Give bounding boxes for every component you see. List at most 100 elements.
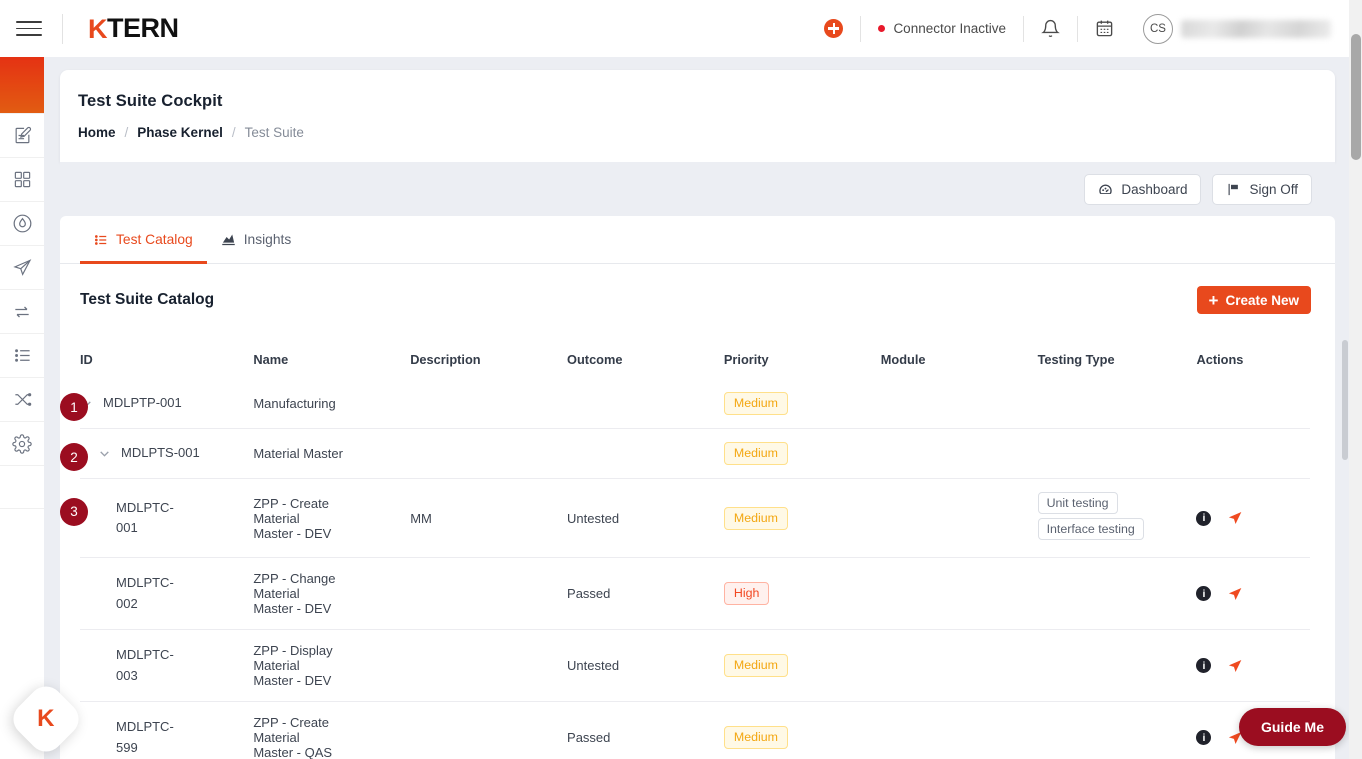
id-cell-inner: MDLPTP-001 (80, 393, 247, 413)
breadcrumb-separator-1: / (124, 125, 129, 140)
panel-scrollbar-thumb[interactable] (1342, 340, 1348, 460)
row-id: MDLPTS-001 (121, 445, 200, 461)
page-scrollbar[interactable] (1349, 0, 1362, 759)
dashboard-button[interactable]: Dashboard (1084, 173, 1202, 205)
id-cell-inner: MDLPTC- 001 (80, 498, 247, 538)
sidebar-item-edit[interactable] (0, 113, 44, 157)
table-row[interactable]: 2 MDLPTS-001 Material Master Medium (60, 428, 1310, 479)
topbar-right-group: Connector Inactive CS (807, 0, 1362, 57)
username-redacted (1181, 19, 1331, 38)
sidebar-item-deploy[interactable] (0, 245, 44, 289)
create-new-button[interactable]: + Create New (1196, 286, 1311, 314)
tab-test-catalog[interactable]: Test Catalog (80, 216, 207, 264)
cell-actions: i (1196, 478, 1310, 558)
cell-module (880, 701, 1038, 759)
table-body: 1 MDLPTP-001 Manufacturing Medium 2 MDLP… (60, 379, 1310, 759)
page-title: Test Suite Cockpit (78, 92, 223, 110)
cell-module (880, 428, 1038, 479)
chart-icon (221, 234, 235, 246)
sign-off-button[interactable]: Sign Off (1212, 173, 1312, 205)
column-header-priority: Priority (723, 352, 769, 367)
column-header-module: Module (880, 352, 926, 367)
send-icon[interactable] (1227, 510, 1243, 526)
sidebar-item-ignite[interactable] (0, 201, 44, 245)
row-number-badge: 3 (60, 497, 88, 526)
hamburger-menu-icon[interactable] (16, 16, 42, 42)
priority-badge: Medium (723, 726, 788, 749)
cell-priority: Medium (723, 629, 881, 702)
row-actions: i (1196, 586, 1304, 602)
info-icon[interactable]: i (1196, 730, 1212, 745)
cell-module (880, 557, 1038, 630)
sidebar-item-active[interactable] (0, 57, 44, 113)
table-row[interactable]: MDLPTC- 599 ZPP - Create Material Master - … (80, 701, 1310, 759)
page-scrollbar-thumb[interactable] (1350, 34, 1361, 160)
avatar: CS (1143, 13, 1173, 44)
row-id: MDLPTC- 003 (116, 647, 174, 683)
sidebar-filler (0, 465, 44, 509)
cell-testing-type: Unit testing Interface testing (1037, 478, 1197, 558)
info-icon[interactable]: i (1196, 658, 1212, 673)
plus-circle-icon (824, 19, 844, 38)
ktern-logo[interactable]: K TERN (88, 13, 179, 44)
column-header-outcome: Outcome (567, 352, 623, 367)
add-button[interactable] (807, 19, 860, 38)
cell-description (410, 701, 568, 759)
breadcrumb-separator-2: / (231, 125, 236, 140)
edit-document-icon (15, 126, 31, 144)
connector-status[interactable]: Connector Inactive (861, 21, 1023, 36)
table-row[interactable]: 3 MDLPTC- 001 ZPP - Create Material Master … (60, 478, 1310, 558)
status-dot-icon (878, 25, 886, 32)
priority-badge: Medium (723, 506, 788, 530)
cell-id: MDLPTC- 003 (80, 629, 254, 702)
cell-actions (1196, 379, 1310, 429)
table-row[interactable]: MDLPTC- 002 ZPP - Change Material Master - … (80, 557, 1310, 630)
catalog-title: Test Suite Catalog (80, 291, 215, 308)
cell-priority: Medium (723, 428, 881, 479)
row-actions: i (1196, 658, 1304, 674)
chevron-down-icon[interactable] (98, 447, 111, 460)
column-header-description: Description (410, 352, 481, 367)
breadcrumb-item-home[interactable]: Home (78, 125, 116, 140)
send-icon[interactable] (1227, 658, 1243, 674)
notifications-button[interactable] (1024, 19, 1077, 38)
calendar-button[interactable] (1078, 19, 1131, 38)
cell-testing-type (1037, 557, 1197, 630)
cell-name: ZPP - Create Material Master - QAS (253, 701, 411, 759)
list-icon (14, 349, 30, 362)
user-profile[interactable]: CS (1131, 13, 1348, 44)
cell-description: MM (410, 478, 568, 558)
sidebar-item-settings[interactable] (0, 421, 44, 465)
row-actions: i (1196, 510, 1304, 526)
sidebar-item-list[interactable] (0, 333, 44, 377)
plus-icon: + (1208, 290, 1219, 310)
breadcrumb-item-test-suite: Test Suite (244, 125, 304, 140)
table-head: ID Name Description Outcome Priority Mod… (80, 336, 1310, 379)
cell-actions: i (1196, 557, 1310, 630)
cell-module (881, 379, 1038, 429)
gear-icon (12, 433, 32, 454)
shuffle-icon (14, 393, 31, 406)
sidebar-item-grid[interactable] (0, 157, 44, 201)
breadcrumb-item-phase-kernel[interactable]: Phase Kernel (137, 125, 223, 140)
cell-testing-type (1037, 701, 1197, 759)
cell-actions: i (1196, 629, 1310, 702)
table-row[interactable]: MDLPTC- 003 ZPP - Display Material Master -… (80, 629, 1310, 702)
tab-insights[interactable]: Insights (207, 216, 306, 264)
guide-me-button[interactable]: Guide Me (1238, 708, 1346, 746)
flame-circle-icon (13, 214, 31, 233)
sidebar-item-transport[interactable] (0, 289, 44, 333)
page-action-strip: Dashboard Sign Off (60, 162, 1335, 216)
list-icon (94, 234, 107, 245)
sidebar-item-shuffle[interactable] (0, 377, 44, 421)
bell-icon (1041, 19, 1060, 38)
exchange-icon (15, 306, 29, 317)
flag-icon (1229, 183, 1239, 195)
breadcrumb: Home / Phase Kernel / Test Suite (78, 125, 1335, 140)
table-row[interactable]: 1 MDLPTP-001 Manufacturing Medium (60, 379, 1310, 429)
info-icon[interactable]: i (1196, 510, 1212, 526)
send-icon[interactable] (1227, 586, 1243, 602)
cell-id: MDLPTC- 599 (80, 701, 254, 759)
tab-insights-label: Insights (243, 232, 292, 247)
info-icon[interactable]: i (1196, 586, 1212, 601)
